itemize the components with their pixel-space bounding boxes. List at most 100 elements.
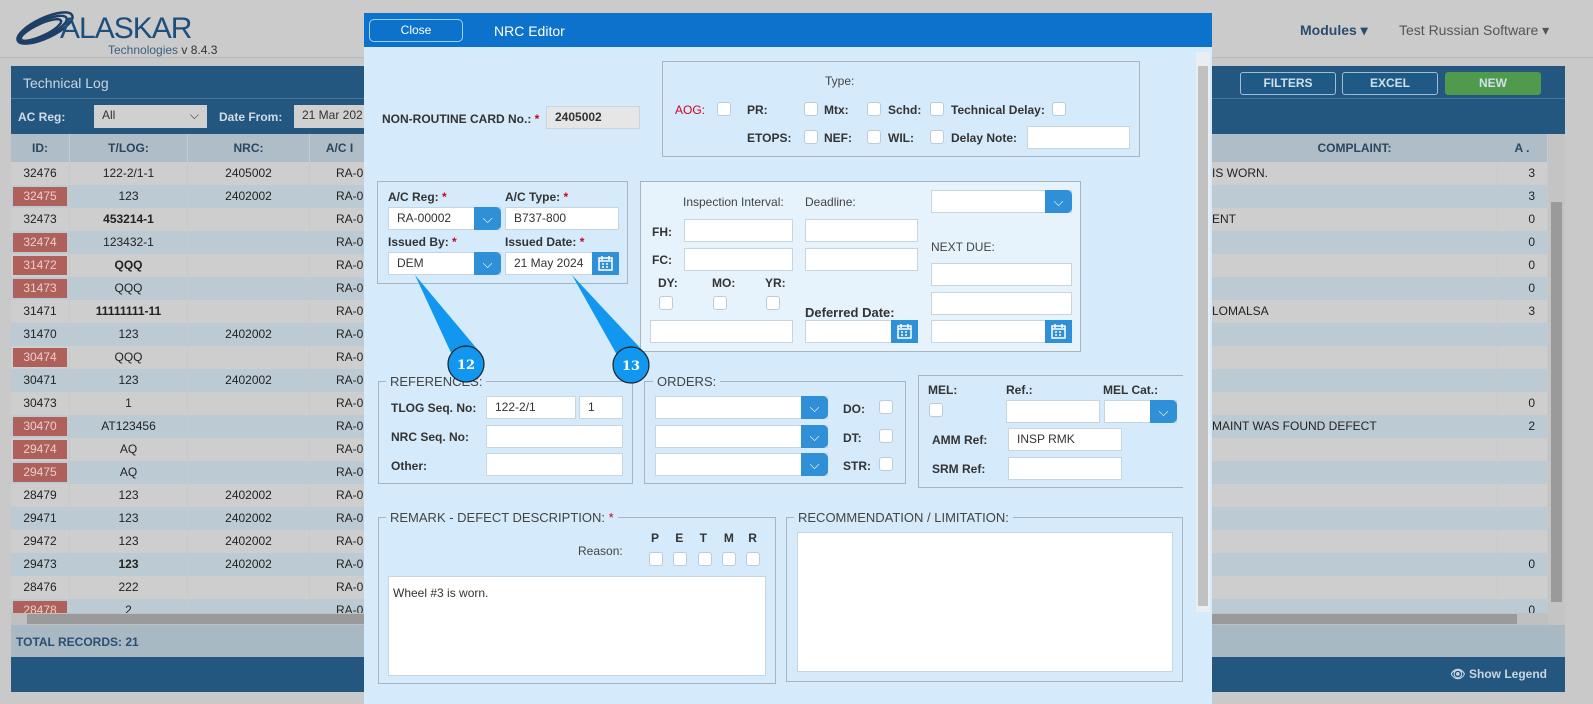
filters-button[interactable]: FILTERS: [1240, 72, 1336, 95]
other-input[interactable]: [486, 453, 623, 476]
column-header[interactable]: ID:: [11, 134, 70, 162]
version: v 8.4.3: [181, 43, 218, 57]
column-header[interactable]: A .: [1497, 134, 1548, 162]
issued-date-input[interactable]: 21 May 2024: [505, 252, 619, 275]
id-cell[interactable]: 31472: [11, 254, 70, 277]
interval-extra-input[interactable]: [650, 320, 793, 343]
user-menu[interactable]: Test Russian Software ▾: [1399, 22, 1549, 39]
show-legend-button[interactable]: 👁 Show Legend: [1450, 667, 1547, 681]
dy-checkbox[interactable]: [659, 296, 673, 310]
srm-ref-input[interactable]: [1008, 457, 1122, 480]
ac-reg-select[interactable]: RA-00002 ⌵: [388, 207, 501, 230]
tlog-seq-input[interactable]: 122-2/1: [486, 396, 576, 419]
next-due-date-input[interactable]: [931, 320, 1072, 343]
mel-cat-select[interactable]: ⌵: [1104, 400, 1177, 423]
column-header[interactable]: NRC:: [188, 134, 310, 162]
id-cell[interactable]: 30470: [11, 415, 70, 438]
schd-checkbox[interactable]: [930, 102, 944, 116]
id-cell[interactable]: 29471: [11, 507, 70, 530]
order-select[interactable]: ⌵: [655, 425, 828, 448]
ac-type-input[interactable]: B737-800: [505, 207, 619, 230]
vertical-scrollbar[interactable]: [1548, 162, 1565, 625]
id-cell[interactable]: 32476: [11, 162, 70, 185]
issued-by-select[interactable]: DEM ⌵: [388, 252, 501, 275]
id-cell[interactable]: 28478: [11, 599, 70, 613]
id-cell[interactable]: 28476: [11, 576, 70, 599]
fh-deadline-input[interactable]: [805, 219, 918, 242]
date-from-input[interactable]: 21 Mar 202: [294, 105, 374, 128]
id-cell[interactable]: 32473: [11, 208, 70, 231]
deferred-date-input[interactable]: [805, 320, 918, 343]
ac-reg-select[interactable]: All ⌵: [94, 105, 207, 128]
dt-checkbox[interactable]: [879, 429, 893, 443]
order-select[interactable]: ⌵: [655, 453, 828, 476]
etops-checkbox[interactable]: [804, 130, 818, 144]
a-cell: [1497, 346, 1548, 369]
close-button[interactable]: Close: [369, 19, 463, 42]
remark-textarea[interactable]: Wheel #3 is worn.: [388, 576, 766, 676]
id-value: 32476: [23, 166, 57, 180]
wil-checkbox[interactable]: [930, 130, 944, 144]
new-button[interactable]: NEW: [1445, 72, 1541, 95]
do-checkbox[interactable]: [879, 400, 893, 414]
id-cell[interactable]: 31473: [11, 277, 70, 300]
calendar-icon[interactable]: [1045, 320, 1072, 343]
a-cell: 0: [1497, 231, 1548, 254]
ac-cell: RA-0: [310, 415, 370, 438]
reason-checkbox[interactable]: [673, 552, 688, 566]
nrc-cell: 2402002: [188, 323, 310, 346]
mtx-checkbox[interactable]: [867, 102, 881, 116]
id-cell[interactable]: 32474: [11, 231, 70, 254]
aog-checkbox[interactable]: [717, 102, 731, 116]
modules-menu[interactable]: Modules ▾: [1300, 22, 1368, 39]
column-header[interactable]: COMPLAINT:: [1212, 134, 1498, 162]
nrc-seq-input[interactable]: [486, 425, 623, 448]
nef-checkbox[interactable]: [867, 130, 881, 144]
fh-interval-input[interactable]: [684, 219, 793, 242]
tlog-cell: AT123456: [70, 415, 188, 438]
mel-ref-input[interactable]: [1006, 400, 1100, 423]
id-cell[interactable]: 29474: [11, 438, 70, 461]
id-cell[interactable]: 29475: [11, 461, 70, 484]
column-header[interactable]: T/LOG:: [70, 134, 188, 162]
complaint-cell: [1212, 231, 1498, 254]
id-cell[interactable]: 30473: [11, 392, 70, 415]
reason-checkbox[interactable]: [746, 552, 761, 566]
mel-checkbox[interactable]: [929, 403, 943, 417]
fc-interval-input[interactable]: [684, 248, 793, 271]
deadline-select[interactable]: ⌵: [931, 190, 1072, 213]
reason-checkbox[interactable]: [697, 552, 712, 566]
mo-checkbox[interactable]: [713, 296, 727, 310]
str-checkbox[interactable]: [879, 457, 893, 471]
id-cell[interactable]: 31470: [11, 323, 70, 346]
column-header[interactable]: A/C I: [310, 134, 370, 162]
next-due-fh-input[interactable]: [931, 263, 1072, 286]
pr-checkbox[interactable]: [804, 102, 818, 116]
recommendation-textarea[interactable]: [797, 532, 1173, 672]
id-cell[interactable]: 30471: [11, 369, 70, 392]
calendar-icon[interactable]: [592, 252, 619, 275]
tlog-seq-sub-input[interactable]: 1: [579, 396, 623, 419]
nrc-no-input[interactable]: 2405002: [546, 106, 640, 129]
id-cell[interactable]: 29472: [11, 530, 70, 553]
reason-checkbox[interactable]: [721, 552, 736, 566]
tlog-cell: 123: [70, 484, 188, 507]
issued-date-label: Issued Date:: [505, 235, 577, 249]
id-cell[interactable]: 32475: [11, 185, 70, 208]
calendar-icon[interactable]: [891, 320, 918, 343]
id-cell[interactable]: 30474: [11, 346, 70, 369]
reason-checkbox[interactable]: [649, 552, 663, 566]
a-cell: 3: [1497, 300, 1548, 323]
delay-note-input[interactable]: [1027, 126, 1130, 149]
order-select[interactable]: ⌵: [655, 396, 828, 419]
fc-deadline-input[interactable]: [805, 248, 918, 271]
next-due-fc-input[interactable]: [931, 292, 1072, 315]
id-cell[interactable]: 31471: [11, 300, 70, 323]
amm-ref-input[interactable]: INSP RMK: [1008, 428, 1122, 451]
id-cell[interactable]: 29473: [11, 553, 70, 576]
excel-button[interactable]: EXCEL: [1342, 72, 1438, 95]
yr-checkbox[interactable]: [766, 296, 780, 310]
modal-scrollbar[interactable]: [1196, 52, 1210, 612]
tech_delay-checkbox[interactable]: [1052, 102, 1066, 116]
id-cell[interactable]: 28479: [11, 484, 70, 507]
